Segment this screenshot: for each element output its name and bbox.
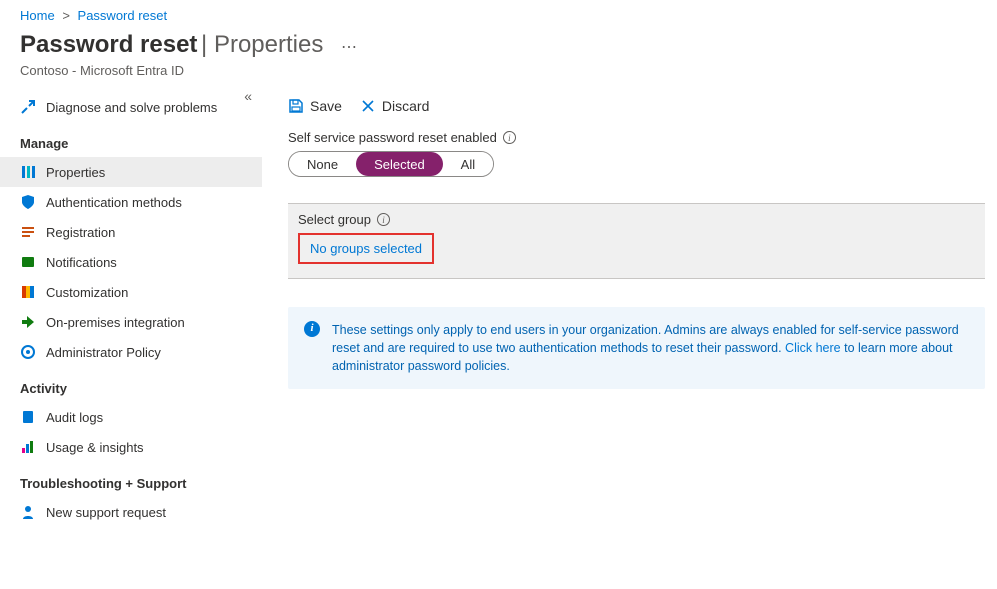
chevron-right-icon: > [62,8,70,23]
sidebar-item-label: Registration [46,225,115,240]
discard-icon [360,98,376,114]
page-title: Password reset [20,31,197,58]
page-subtitle-section: | Properties [201,31,323,58]
collapse-sidebar-button[interactable]: « [244,88,252,104]
notifications-icon [20,254,36,270]
breadcrumb-home[interactable]: Home [20,8,55,23]
sidebar-section-activity: Activity [0,367,262,402]
audit-logs-icon [20,409,36,425]
usage-insights-icon [20,439,36,455]
sidebar-item-notifications[interactable]: Notifications [0,247,262,277]
select-group-label: Select group i [298,212,973,227]
sidebar-item-auth-methods[interactable]: Authentication methods [0,187,262,217]
onprem-icon [20,314,36,330]
sidebar-item-label: Authentication methods [46,195,182,210]
toolbar: Save Discard [288,88,985,126]
sidebar-section-troubleshooting: Troubleshooting + Support [0,462,262,497]
admin-policy-icon [20,344,36,360]
sidebar-item-label: New support request [46,505,166,520]
save-button-label: Save [310,98,342,114]
sspr-option-all[interactable]: All [443,152,493,176]
info-banner-text: These settings only apply to end users i… [332,321,969,375]
shield-icon [20,194,36,210]
info-icon[interactable]: i [377,213,390,226]
sidebar-item-usage-insights[interactable]: Usage & insights [0,432,262,462]
main-content: Save Discard Self service password reset… [262,88,997,527]
save-icon [288,98,304,114]
sidebar-item-registration[interactable]: Registration [0,217,262,247]
sspr-enabled-label: Self service password reset enabled i [288,130,985,145]
info-icon[interactable]: i [503,131,516,144]
tenant-subtitle: Contoso - Microsoft Entra ID [20,63,977,78]
info-icon: i [304,321,320,337]
sspr-option-selected[interactable]: Selected [356,152,443,176]
sspr-option-none[interactable]: None [289,152,356,176]
no-groups-selected-link[interactable]: No groups selected [298,233,434,264]
sidebar-item-label: Diagnose and solve problems [46,100,217,115]
sidebar-item-onprem[interactable]: On-premises integration [0,307,262,337]
sidebar: « Diagnose and solve problems Manage Pro… [0,88,262,527]
sidebar-item-label: Notifications [46,255,117,270]
sidebar-item-diagnose[interactable]: Diagnose and solve problems [0,92,262,122]
registration-icon [20,224,36,240]
learn-more-link[interactable]: Click here [785,341,841,355]
sidebar-item-label: Audit logs [46,410,103,425]
info-banner: i These settings only apply to end users… [288,307,985,389]
sspr-enabled-toggle: None Selected All [288,151,494,177]
save-button[interactable]: Save [288,98,342,114]
diagnose-icon [20,99,36,115]
sidebar-item-new-support[interactable]: New support request [0,497,262,527]
select-group-section: Select group i No groups selected [288,203,985,279]
support-icon [20,504,36,520]
sidebar-item-admin-policy[interactable]: Administrator Policy [0,337,262,367]
sidebar-item-customization[interactable]: Customization [0,277,262,307]
sidebar-item-label: Administrator Policy [46,345,161,360]
more-actions-button[interactable]: ⋯ [341,39,358,56]
sidebar-item-properties[interactable]: Properties [0,157,262,187]
properties-icon [20,164,36,180]
sidebar-item-label: Properties [46,165,105,180]
breadcrumb-current[interactable]: Password reset [78,8,168,23]
sidebar-item-label: Usage & insights [46,440,144,455]
customization-icon [20,284,36,300]
page-header: Password reset | Properties ⋯ Contoso - … [0,27,997,88]
sidebar-item-label: Customization [46,285,128,300]
sidebar-section-manage: Manage [0,122,262,157]
sidebar-item-audit-logs[interactable]: Audit logs [0,402,262,432]
sidebar-item-label: On-premises integration [46,315,185,330]
discard-button-label: Discard [382,98,429,114]
discard-button[interactable]: Discard [360,98,429,114]
breadcrumb: Home > Password reset [0,0,997,27]
